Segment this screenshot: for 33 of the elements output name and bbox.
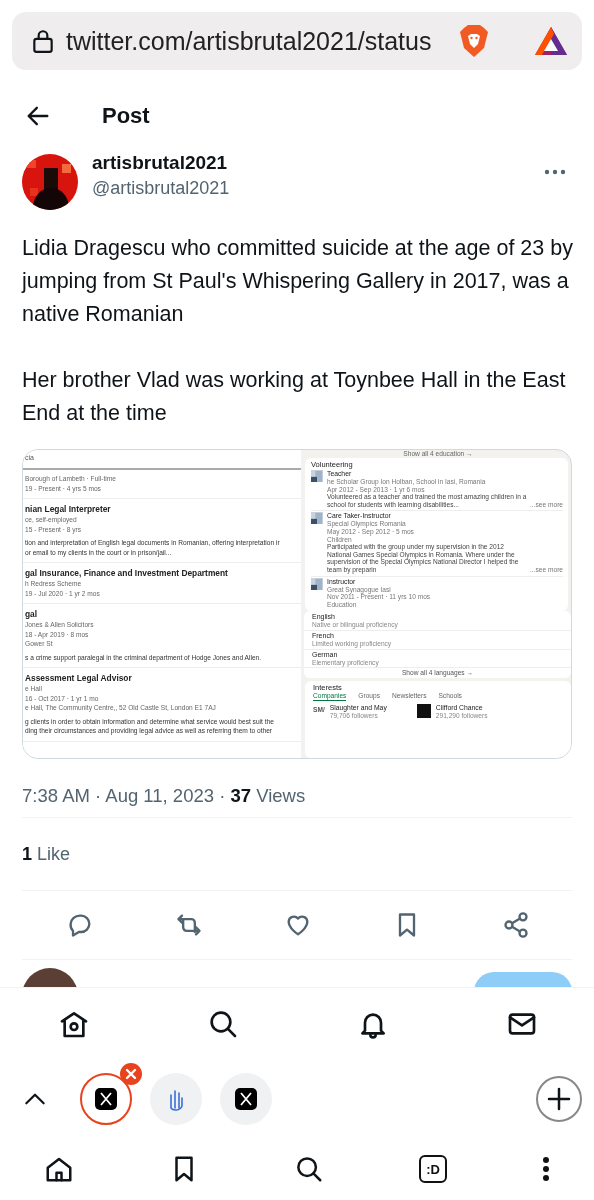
post-text: Lidia Dragescu who committed suicide at the age of 23 by jumping from St Paul's Whispering Gallery in 2017, was a native Romanian: [22, 235, 574, 328]
browser-tab[interactable]: [220, 1073, 272, 1125]
job-title: Assessment Legal Advisor: [25, 672, 133, 684]
avatar[interactable]: [22, 154, 78, 210]
lock-icon: [30, 27, 56, 55]
embedded-screenshot[interactable]: [22, 449, 572, 759]
organization-logo: [311, 577, 323, 590]
job-title: nian Legal Interpreter: [25, 503, 112, 515]
job-title: gal: [25, 608, 39, 620]
author-name[interactable]: artisbrutal2021: [92, 152, 544, 174]
job-title: gal Insurance, Finance and Investment Department: [25, 567, 229, 579]
company-logo: [416, 704, 431, 719]
more-options-icon[interactable]: [544, 168, 566, 176]
x-logo-icon: [235, 1088, 257, 1110]
tabs-button[interactable]: :D: [419, 1155, 447, 1183]
address-bar[interactable]: twitter.com/artisbrutal2021/status: [12, 12, 582, 70]
more-options-icon[interactable]: [542, 1156, 550, 1182]
x-logo-icon: [95, 1088, 117, 1110]
post-text: Her brother Vlad was working at Toynbee Hall in the East End at the time: [22, 367, 567, 427]
close-tab-button[interactable]: [120, 1063, 142, 1085]
lion-shield-icon[interactable]: [458, 24, 490, 58]
triangle-logo-icon[interactable]: [534, 26, 568, 56]
like-count[interactable]: 1 Like: [22, 843, 71, 865]
organization-logo: [311, 470, 323, 482]
search-icon[interactable]: [294, 1154, 324, 1184]
author-handle[interactable]: @artisbrutal2021: [92, 178, 544, 199]
organization-logo: [311, 512, 323, 525]
post-timestamp: 7:38 AM · Aug 11, 2023 · 37 Views: [22, 785, 307, 808]
share-icon[interactable]: [502, 911, 530, 939]
new-tab-button[interactable]: [536, 1076, 582, 1122]
page-title: Post: [102, 103, 150, 129]
browser-tab[interactable]: [80, 1073, 132, 1125]
url-text[interactable]: twitter.com/artisbrutal2021/status: [66, 26, 448, 56]
